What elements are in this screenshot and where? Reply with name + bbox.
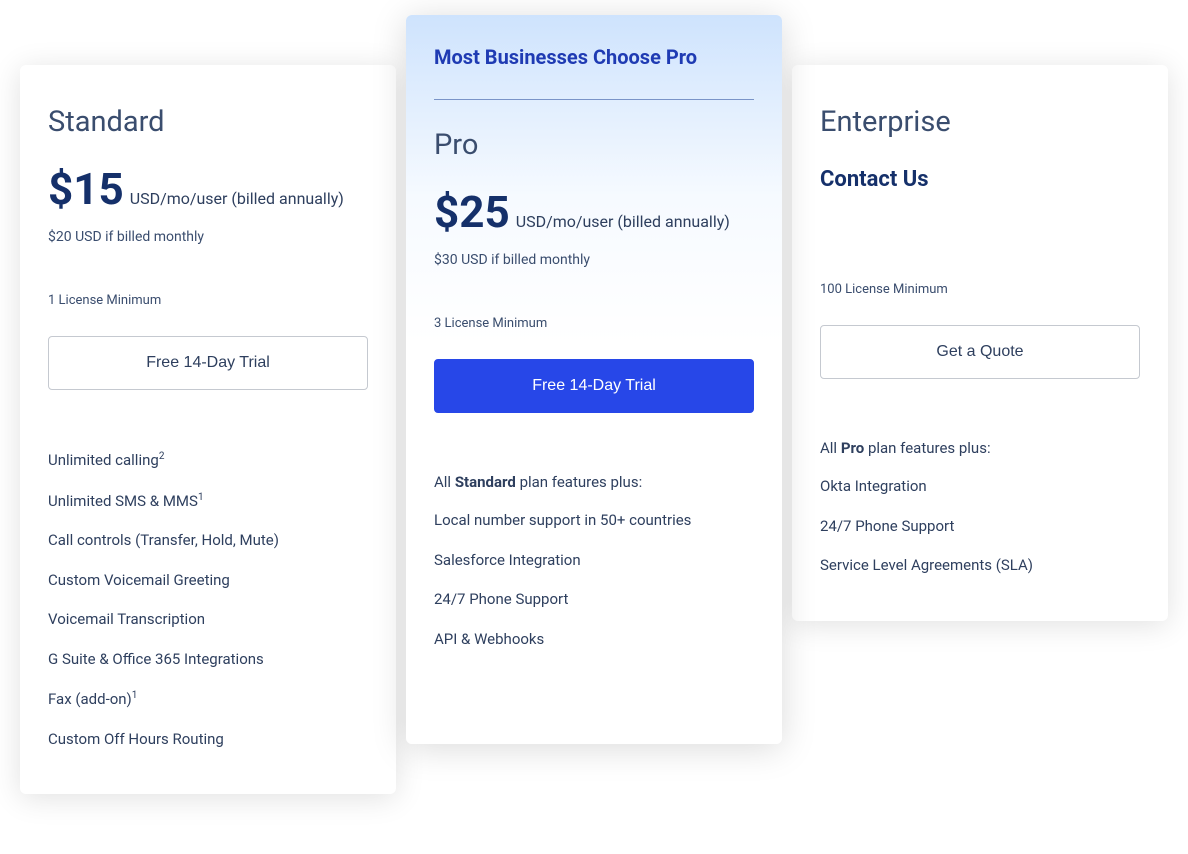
plan-name: Enterprise — [820, 105, 1140, 139]
footnote-ref: 1 — [132, 690, 138, 701]
contact-us-label: Contact Us — [820, 167, 1140, 192]
price-row: $25 USD/mo/user (billed annually) — [434, 190, 754, 234]
feature-item: Service Level Agreements (SLA) — [820, 556, 1140, 576]
feature-item: API & Webhooks — [434, 630, 754, 650]
intro-bold: Standard — [455, 473, 516, 491]
feature-item: Unlimited calling2 — [48, 450, 368, 471]
feature-item: 24/7 Phone Support — [820, 517, 1140, 537]
plan-name: Standard — [48, 105, 368, 139]
features-list: Unlimited calling2 Unlimited SMS & MMS1 Ca… — [48, 450, 368, 749]
license-minimum: 3 License Minimum — [434, 316, 754, 331]
plan-name: Pro — [434, 128, 754, 162]
pricing-card-standard: Standard $15 USD/mo/user (billed annuall… — [20, 65, 396, 794]
feature-item: Voicemail Transcription — [48, 610, 368, 630]
feature-item: Fax (add-on)1 — [48, 689, 368, 710]
license-minimum: 1 License Minimum — [48, 293, 368, 308]
price-unit: USD/mo/user (billed annually) — [130, 189, 344, 208]
price-amount: $25 — [434, 190, 510, 234]
monthly-note: $20 USD if billed monthly — [48, 229, 368, 245]
license-minimum: 100 License Minimum — [820, 282, 1140, 297]
feature-item: Call controls (Transfer, Hold, Mute) — [48, 531, 368, 551]
spacer — [820, 210, 1140, 282]
free-trial-button[interactable]: Free 14-Day Trial — [48, 336, 368, 390]
features-intro: All Pro plan features plus: — [820, 439, 1140, 457]
feature-item: G Suite & Office 365 Integrations — [48, 650, 368, 670]
price-row: $15 USD/mo/user (billed annually) — [48, 167, 368, 211]
intro-suffix: plan features plus: — [516, 473, 642, 491]
feature-item: Unlimited SMS & MMS1 — [48, 491, 368, 512]
feature-item: Salesforce Integration — [434, 551, 754, 571]
price-unit: USD/mo/user (billed annually) — [516, 212, 730, 231]
feature-item: Local number support in 50+ countries — [434, 511, 754, 531]
intro-prefix: All — [820, 439, 841, 457]
feature-item: 24/7 Phone Support — [434, 590, 754, 610]
footnote-ref: 2 — [159, 451, 165, 462]
features-intro: All Standard plan features plus: — [434, 473, 754, 491]
get-quote-button[interactable]: Get a Quote — [820, 325, 1140, 379]
features-list: Local number support in 50+ countries Sal… — [434, 511, 754, 649]
feature-item: Okta Integration — [820, 477, 1140, 497]
features-list: Okta Integration 24/7 Phone Support Servic… — [820, 477, 1140, 576]
feature-item: Custom Off Hours Routing — [48, 730, 368, 750]
pricing-card-pro: Most Businesses Choose Pro Pro $25 USD/m… — [406, 15, 782, 744]
pricing-container: Standard $15 USD/mo/user (billed annuall… — [15, 15, 1173, 794]
feature-item: Custom Voicemail Greeting — [48, 571, 368, 591]
intro-prefix: All — [434, 473, 455, 491]
pricing-card-enterprise: Enterprise Contact Us 100 License Minimu… — [792, 65, 1168, 621]
intro-suffix: plan features plus: — [864, 439, 990, 457]
free-trial-button[interactable]: Free 14-Day Trial — [434, 359, 754, 413]
monthly-note: $30 USD if billed monthly — [434, 252, 754, 268]
price-amount: $15 — [48, 167, 124, 211]
intro-bold: Pro — [841, 439, 864, 457]
footnote-ref: 1 — [198, 492, 204, 503]
featured-badge: Most Businesses Choose Pro — [434, 45, 754, 100]
